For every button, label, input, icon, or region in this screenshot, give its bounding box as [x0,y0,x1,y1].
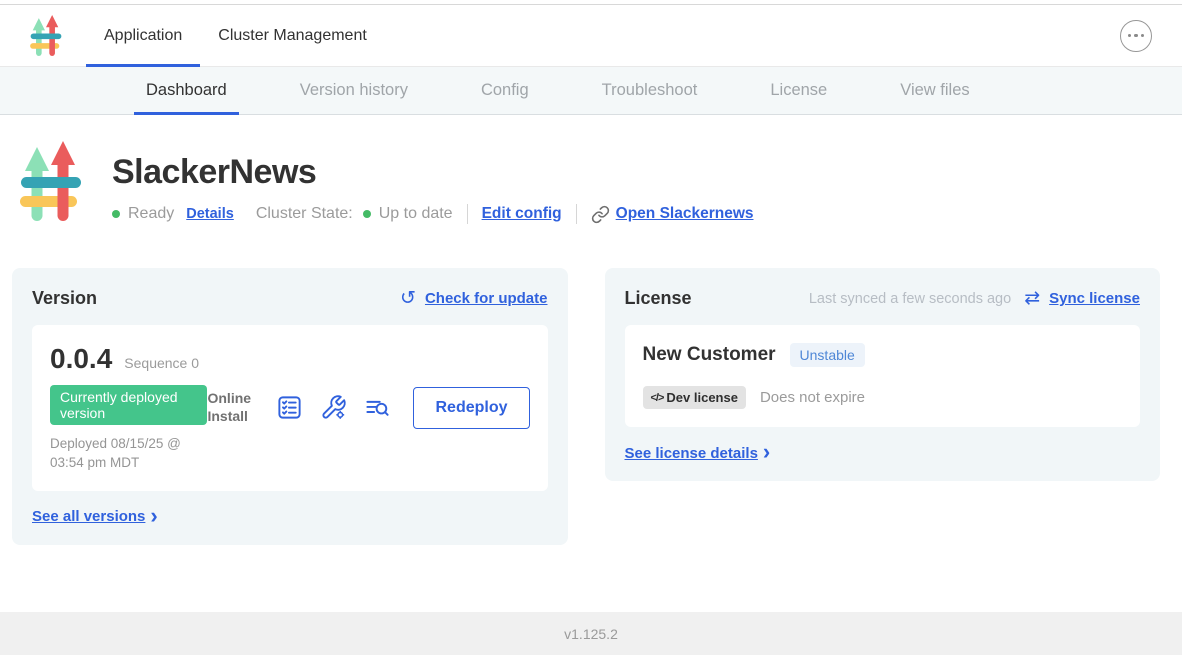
cluster-state-label: Cluster State: [256,205,353,223]
subnav-dashboard[interactable]: Dashboard [134,67,239,114]
subnav-license[interactable]: License [758,67,839,114]
check-for-update[interactable]: ↺ Check for update [400,289,547,308]
overflow-menu-button[interactable] [1120,20,1152,52]
license-type-badge: </> Dev license [643,386,746,409]
status-details-link[interactable]: Details [186,206,234,222]
configure-tools-icon[interactable] [320,394,347,421]
primary-tabs: Application Cluster Management [86,5,385,66]
check-for-update-link: Check for update [425,290,548,307]
deployed-badge: Currently deployed version [50,385,207,425]
version-number: 0.0.4 [50,343,112,375]
tab-application[interactable]: Application [86,5,200,66]
version-card: Version ↺ Check for update 0.0.4 Sequenc… [12,268,568,545]
see-all-versions-link: See all versions [32,508,145,525]
view-logs-icon[interactable] [364,394,391,421]
cluster-state-text: Up to date [379,205,453,223]
code-icon: </> [651,392,664,404]
version-card-title: Version [32,288,97,309]
redeploy-button[interactable]: Redeploy [413,387,529,429]
ellipsis-icon [1128,34,1132,38]
dashboard-main: SlackerNews Ready Details Cluster State:… [0,115,1182,545]
subnav-view-files[interactable]: View files [888,67,981,114]
sync-arrows-icon: ⇄ [1024,289,1040,308]
tab-application-label: Application [104,27,182,45]
app-header: Application Cluster Management [0,5,1182,67]
app-status-row: Ready Details Cluster State: Up to date … [112,204,754,224]
license-card: License Last synced a few seconds ago ⇄ … [605,268,1161,481]
app-subnav: Dashboard Version history Config Trouble… [0,67,1182,115]
subnav-version-history[interactable]: Version history [288,67,420,114]
version-sequence: Sequence 0 [124,355,199,371]
chevron-right-icon: › [763,441,770,463]
subnav-troubleshoot[interactable]: Troubleshoot [590,67,710,114]
see-all-versions[interactable]: See all versions › [32,507,548,527]
tab-cluster-management[interactable]: Cluster Management [200,5,385,66]
current-version-panel: 0.0.4 Sequence 0 Currently deployed vers… [32,325,548,491]
console-version: v1.125.2 [564,626,618,642]
chevron-right-icon: › [150,505,157,527]
edit-config-link[interactable]: Edit config [482,205,562,223]
license-card-title: License [625,288,692,309]
cluster-state-dot-icon [363,210,371,218]
slackernews-logo-icon [20,139,82,224]
dashboard-cards: Version ↺ Check for update 0.0.4 Sequenc… [0,224,1182,545]
console-footer: v1.125.2 [0,612,1182,655]
install-type-label: Online Install [207,390,259,425]
replicated-app-logo-icon [30,14,62,57]
app-hero: SlackerNews Ready Details Cluster State:… [0,115,1182,224]
app-title: SlackerNews [112,153,754,192]
customer-name: New Customer [643,344,776,366]
see-license-details-link: See license details [625,445,758,462]
open-app-link[interactable]: Open Slackernews [591,205,754,224]
app-status-dot-icon [112,210,120,218]
license-expiry-text: Does not expire [760,389,865,406]
chain-link-icon [591,205,610,224]
channel-badge: Unstable [790,343,865,367]
sync-license-link[interactable]: Sync license [1049,290,1140,307]
tab-cluster-management-label: Cluster Management [218,27,367,45]
last-synced-text: Last synced a few seconds ago [809,291,1011,307]
divider [467,204,468,224]
subnav-config[interactable]: Config [469,67,541,114]
app-status-text: Ready [128,205,174,223]
see-license-details[interactable]: See license details › [625,443,1141,463]
deployed-timestamp: Deployed 08/15/25 @ 03:54 pm MDT [50,435,207,473]
page: Application Cluster Management Dashboard… [0,0,1182,655]
refresh-icon: ↺ [400,289,416,308]
preflight-checks-icon[interactable] [276,394,303,421]
license-panel: New Customer Unstable </> Dev license Do… [625,325,1141,427]
divider [576,204,577,224]
